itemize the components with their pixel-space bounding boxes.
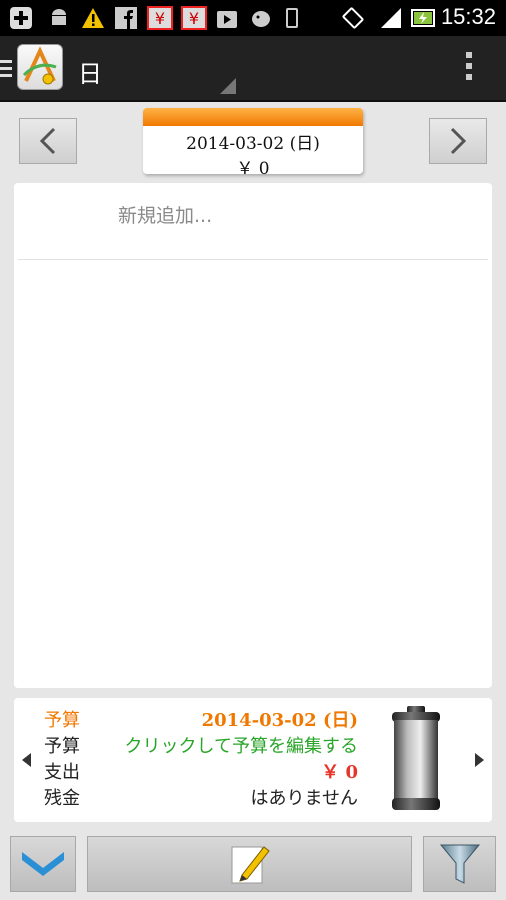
add-new-entry[interactable]: 新規追加... [118, 201, 212, 228]
battery-charging-icon [410, 6, 436, 30]
play-store-icon [214, 6, 240, 30]
edit-budget-link[interactable]: クリックして予算を編集する [125, 732, 358, 758]
overflow-menu-icon[interactable] [466, 52, 472, 85]
current-date: 2014-03-02 (日) [186, 134, 320, 154]
bird-icon [248, 6, 274, 30]
plus-circle-icon [8, 6, 34, 30]
filter-icon [439, 844, 480, 884]
list-divider [18, 259, 488, 260]
action-bar: 日 [0, 36, 506, 102]
svg-text:¥: ¥ [189, 9, 199, 28]
hamburger-icon[interactable] [0, 60, 12, 78]
summary-row-expense: 支出 ￥ 0 [44, 758, 358, 784]
app-logo-icon[interactable] [17, 44, 63, 90]
chevron-left-icon [39, 127, 56, 155]
summary-value: ￥ 0 [321, 762, 358, 783]
yahoo-icon: ¥ [146, 6, 174, 30]
signal-icon [378, 6, 404, 30]
summary-label: 残金 [44, 788, 80, 809]
svg-text:¥: ¥ [155, 9, 165, 28]
status-bar: ¥ ¥ 15:32 [0, 0, 506, 36]
summary-next-icon[interactable] [475, 753, 484, 767]
summary-label: 予算 [44, 710, 80, 731]
yahoo-icon: ¥ [180, 6, 208, 30]
summary-label: 支出 [44, 762, 80, 783]
day-total: ￥ 0 [236, 159, 270, 174]
page-title[interactable]: 日 [78, 54, 102, 89]
next-day-button[interactable] [429, 118, 487, 164]
date-tab-stripe [143, 108, 363, 126]
warning-icon [80, 6, 106, 30]
status-time: 15:32 [440, 4, 496, 29]
edit-button[interactable] [87, 836, 412, 892]
spinner-indicator-icon [220, 78, 236, 94]
filter-button[interactable] [423, 836, 496, 892]
summary-prev-icon[interactable] [22, 753, 31, 767]
summary-value: 2014-03-02 (日) [201, 710, 358, 731]
entry-list: 新規追加... [14, 183, 492, 688]
phone-icon [284, 6, 300, 30]
summary-value: はありません [250, 788, 358, 809]
summary-label: 予算 [44, 736, 80, 757]
pencil-icon [231, 846, 270, 884]
summary-row-balance: 残金 はありません [44, 784, 358, 810]
prev-day-button[interactable] [19, 118, 77, 164]
battery-icon [386, 704, 446, 814]
summary-row-budget-edit[interactable]: 予算 クリックして予算を編集する [44, 732, 358, 758]
date-tab[interactable]: 2014-03-02 (日) ￥ 0 [143, 108, 363, 174]
summary-row-budget-date: 予算 2014-03-02 (日) [44, 706, 358, 732]
budget-summary[interactable]: 予算 2014-03-02 (日) 予算 クリックして予算を編集する 支出 ￥ … [14, 698, 492, 822]
chevron-right-icon [450, 127, 467, 155]
collapse-button[interactable] [10, 836, 76, 892]
facebook-icon [114, 6, 138, 30]
rotate-icon [340, 6, 366, 30]
android-icon [46, 6, 72, 30]
chevron-down-icon [22, 852, 64, 876]
bottom-toolbar [0, 830, 506, 900]
